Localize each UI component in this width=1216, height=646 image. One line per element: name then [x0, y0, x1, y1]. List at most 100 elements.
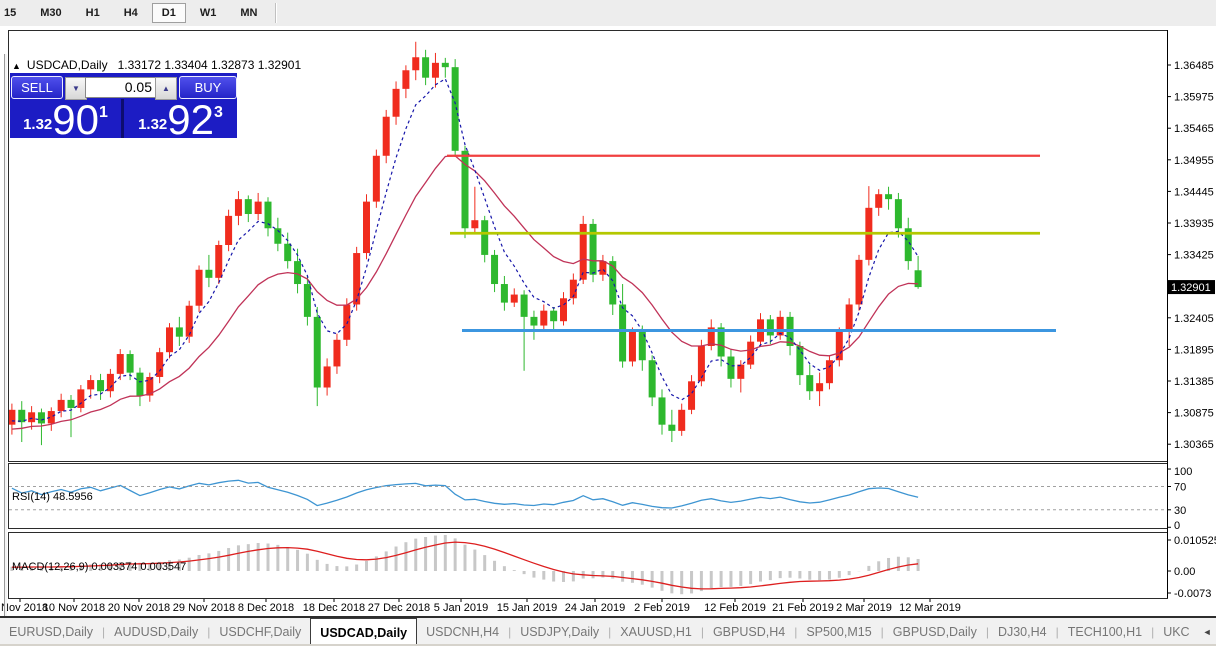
candle-body [412, 57, 419, 70]
tab-tech100-h1[interactable]: TECH100,H1 [1059, 620, 1151, 644]
timeframe-button-h4[interactable]: H4 [114, 3, 148, 23]
candle-body [442, 63, 449, 67]
candle-body [511, 295, 518, 303]
candle-body [97, 380, 104, 391]
candle-body [58, 400, 65, 411]
candle-body [619, 304, 626, 361]
rsi-axis-label: 30 [1174, 505, 1186, 517]
tab-eurusd-daily[interactable]: EURUSD,Daily [0, 620, 102, 644]
candle-body [284, 244, 291, 261]
price-axis-label: 1.33935 [1174, 218, 1214, 230]
timeframe-button-mn[interactable]: MN [230, 3, 267, 23]
sell-price-sup: 1 [99, 104, 108, 122]
candle-body [649, 360, 656, 397]
macd-axis-label: 0.010525 [1174, 535, 1216, 547]
candle-body [560, 298, 567, 321]
buy-price-display[interactable]: 1.32 92 3 [124, 100, 237, 138]
timeframe-button-15[interactable]: 15 [0, 3, 26, 23]
candle-body [324, 366, 331, 387]
window-frame-highlight [5, 54, 7, 640]
tab-scroll-left-icon[interactable]: ◄ [1199, 627, 1216, 637]
price-axis-label: 1.36485 [1174, 60, 1214, 72]
rsi-axis-label: 70 [1174, 482, 1186, 494]
tab-ukc[interactable]: UKC [1154, 620, 1198, 644]
candle-body [609, 261, 616, 304]
candle-body [87, 380, 94, 389]
sell-price-display[interactable]: 1.32 90 1 [10, 100, 121, 138]
candle-body [737, 365, 744, 379]
price-axis-label: 1.31895 [1174, 344, 1214, 356]
candle-body [698, 346, 705, 381]
candle-body [38, 412, 45, 423]
current-price-label: 1.32901 [1171, 282, 1211, 294]
volume-input[interactable]: 0.05 [85, 77, 156, 98]
candle-body [668, 425, 675, 431]
candle-body [895, 199, 902, 228]
candle-body [540, 311, 547, 326]
candle-body [225, 216, 232, 245]
candle-body [678, 410, 685, 431]
candle-body [747, 342, 754, 365]
candle-body [599, 261, 606, 275]
time-axis-label: 8 Dec 2018 [238, 602, 294, 614]
candle-body [875, 194, 882, 208]
candle-body [885, 194, 892, 199]
candle-body [432, 63, 439, 78]
chart-symbol-label: USDCAD,Daily [27, 58, 108, 72]
price-axis-label: 1.32405 [1174, 313, 1214, 325]
candle-body [550, 311, 557, 322]
candle-body [166, 327, 173, 352]
timeframe-button-d1[interactable]: D1 [152, 3, 186, 23]
tab-dj30-h4[interactable]: DJ30,H4 [989, 620, 1056, 644]
candle-body [343, 304, 350, 339]
time-axis-label: 2 Feb 2019 [634, 602, 690, 614]
timeframe-button-w1[interactable]: W1 [190, 3, 227, 23]
candle-body [235, 199, 242, 216]
candle-body [629, 332, 636, 362]
timeframe-button-h1[interactable]: H1 [76, 3, 110, 23]
tab-usdjpy-daily[interactable]: USDJPY,Daily [511, 620, 608, 644]
buy-price-base: 1.32 [138, 116, 167, 133]
tab-sp500-m15[interactable]: SP500,M15 [797, 620, 880, 644]
candle-body [836, 332, 843, 361]
tab-usdchf-daily[interactable]: USDCHF,Daily [210, 620, 310, 644]
chart-window: 1.364851.359751.354651.349551.344451.339… [0, 26, 1216, 616]
time-axis-label: 1 Nov 2018 [0, 602, 48, 614]
rsi-axis-label: 0 [1174, 520, 1180, 532]
macd-axis-label: 0.00 [1174, 566, 1195, 578]
tab-usdcnh-h4[interactable]: USDCNH,H4 [417, 620, 508, 644]
candle-body [186, 306, 193, 337]
candle-body [422, 57, 429, 77]
candle-body [383, 117, 390, 156]
time-axis-label: 24 Jan 2019 [565, 602, 626, 614]
candle-body [294, 261, 301, 284]
price-axis-label: 1.34955 [1174, 155, 1214, 167]
time-axis-label: 29 Nov 2018 [173, 602, 235, 614]
tab-usdcad-daily[interactable]: USDCAD,Daily [310, 618, 417, 645]
time-axis-label: 20 Nov 2018 [108, 602, 170, 614]
candle-body [393, 89, 400, 117]
candle-body [127, 354, 134, 373]
candle-body [314, 317, 321, 388]
candle-body [215, 245, 222, 278]
collapse-panel-icon[interactable]: ▲ [12, 61, 21, 71]
tab-audusd-daily[interactable]: AUDUSD,Daily [105, 620, 207, 644]
timeframe-button-m30[interactable]: M30 [30, 3, 71, 23]
candle-body [915, 270, 922, 287]
candle-body [491, 255, 498, 284]
candle-body [363, 202, 370, 253]
candle-body [501, 284, 508, 303]
rsi-indicator-label: RSI(14) 48.5956 [12, 491, 93, 503]
candle-body [68, 400, 75, 408]
candle-body [77, 389, 84, 408]
candle-body [373, 156, 380, 202]
tab-xauusd-h1[interactable]: XAUUSD,H1 [611, 620, 701, 644]
time-axis-label: 5 Jan 2019 [434, 602, 488, 614]
tab-gbpusd-daily[interactable]: GBPUSD,Daily [884, 620, 986, 644]
tab-gbpusd-h4[interactable]: GBPUSD,H4 [704, 620, 794, 644]
candle-body [136, 373, 143, 396]
time-axis-label: 10 Nov 2018 [43, 602, 105, 614]
candle-body [481, 220, 488, 255]
candle-body [245, 199, 252, 214]
buy-price-sup: 3 [214, 104, 223, 122]
